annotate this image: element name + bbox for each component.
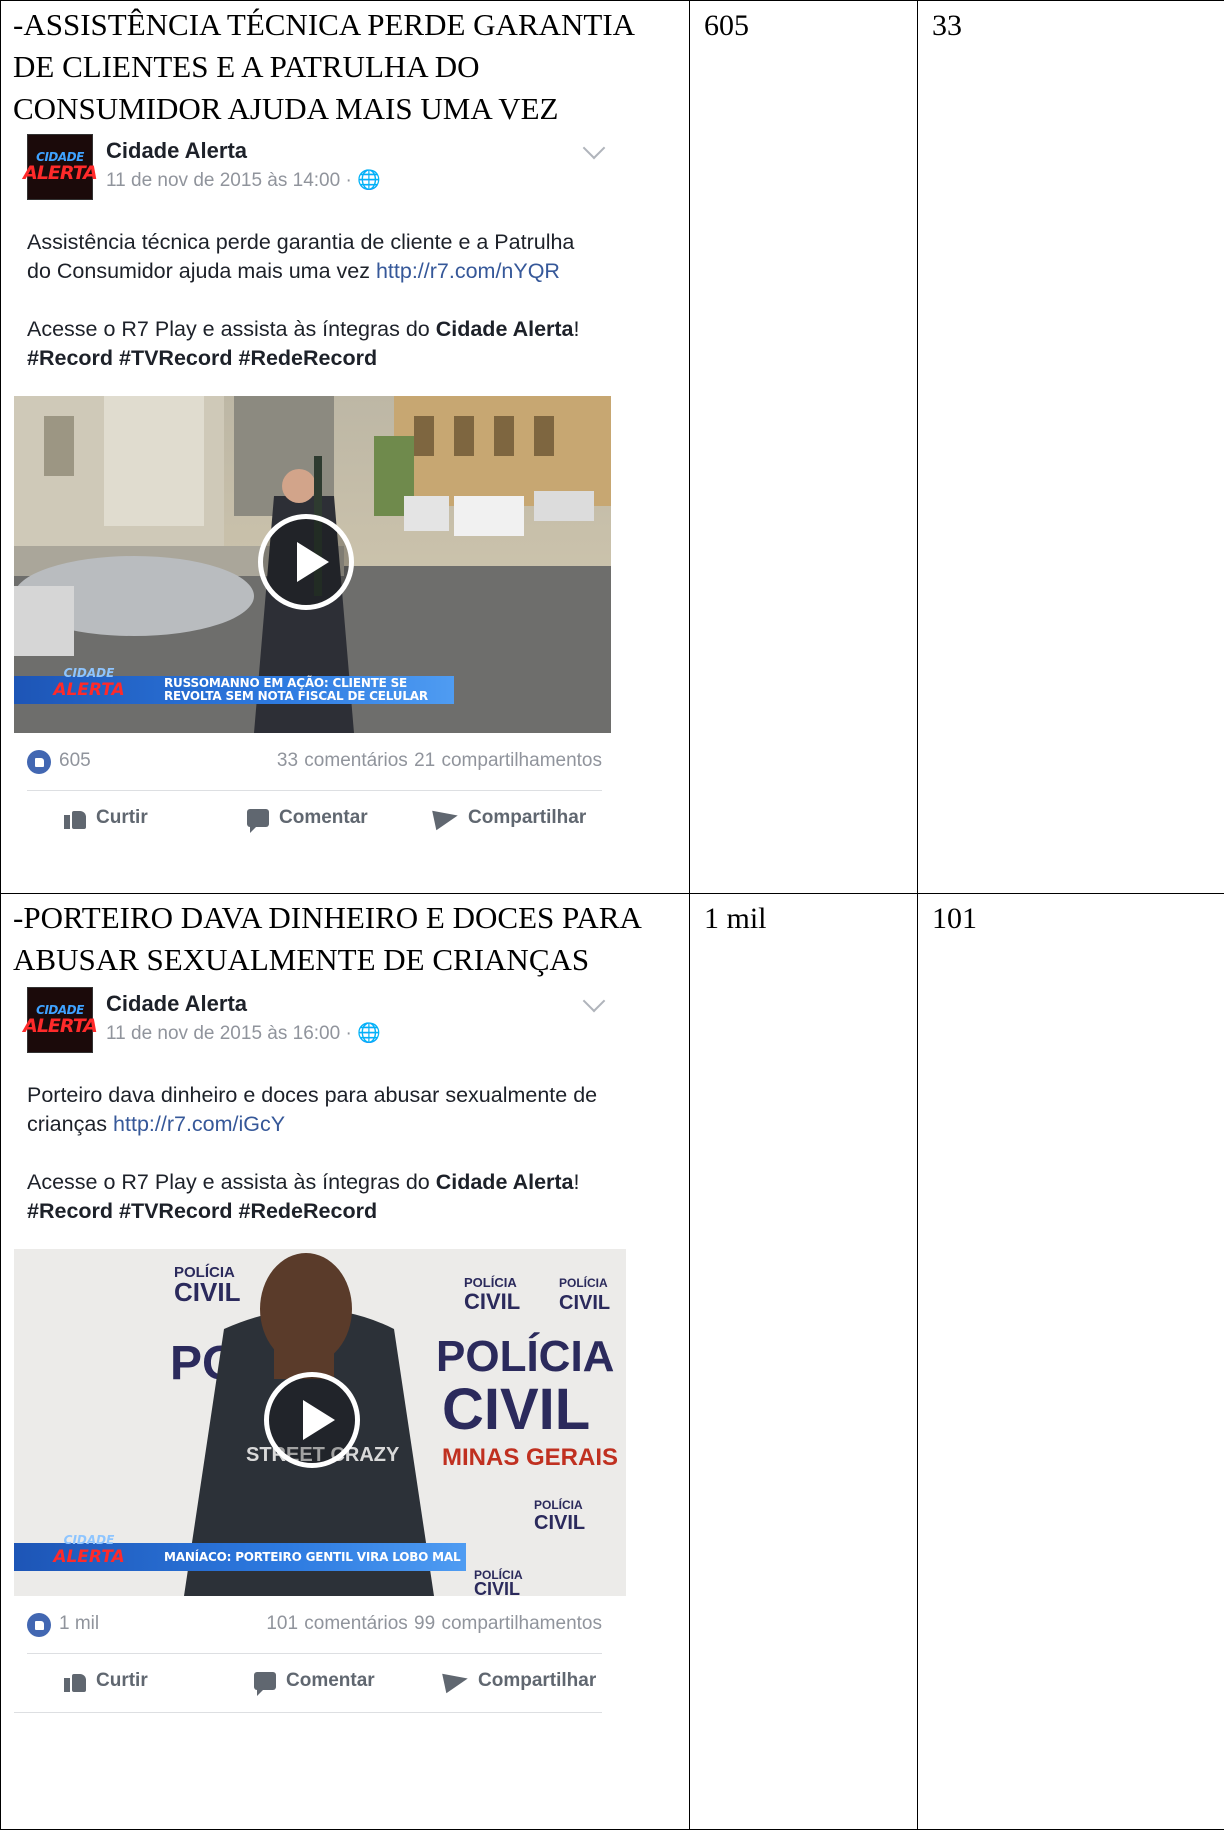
share-icon (442, 1669, 470, 1694)
like-badge-icon (27, 750, 51, 774)
comments-shares-count[interactable]: 33 comentários 21 compartilhamentos (277, 750, 602, 772)
post-header: CIDADE ALERTA Cidade Alerta 11 de nov de… (14, 987, 614, 1059)
divider (14, 1712, 602, 1713)
thumbs-up-icon (64, 1670, 86, 1692)
comment-button[interactable]: Comentar (254, 1670, 375, 1692)
svg-text:CIVIL: CIVIL (559, 1292, 610, 1314)
svg-text:POLÍCIA: POLÍCIA (559, 1275, 608, 1290)
hashtags[interactable]: #Record #TVRecord #RedeRecord (27, 1199, 377, 1223)
table-row: -PORTEIRO DAVA DINHEIRO E DOCES PARA ABU… (1, 894, 1224, 1830)
thumbs-up-icon (64, 807, 86, 829)
svg-text:CIVIL: CIVIL (534, 1512, 585, 1534)
svg-text:CIVIL: CIVIL (442, 1377, 590, 1442)
svg-text:CIVIL: CIVIL (464, 1289, 520, 1314)
video-lower-third: CIDADEALERTA RUSSOMANNO EM AÇÃO: CLIENTE… (14, 676, 454, 704)
likes-count[interactable]: 1 mil (59, 1613, 99, 1635)
post-heading: -ASSISTÊNCIA TÉCNICA PERDE GARANTIA DE C… (1, 1, 689, 130)
svg-text:MINAS GERAIS: MINAS GERAIS (442, 1444, 618, 1471)
share-button[interactable]: Compartilhar (444, 1670, 596, 1692)
svg-text:POLÍCIA: POLÍCIA (534, 1497, 583, 1512)
share-button[interactable]: Compartilhar (434, 807, 586, 829)
post-text: Porteiro dava dinheiro e doces para abus… (14, 1059, 614, 1226)
comments-value: 33 (918, 1, 1224, 51)
like-badge-icon (27, 1613, 51, 1637)
likes-value: 605 (690, 1, 917, 51)
post-stats: 605 33 comentários 21 compartilhamentos (14, 733, 614, 791)
post-actions: Curtir Comentar Compartilhar (14, 791, 614, 849)
post-actions: Curtir Comentar Compartilhar (14, 1654, 614, 1712)
chevron-down-icon[interactable] (583, 990, 606, 1013)
comments-shares-count[interactable]: 101 comentários 99 compartilhamentos (266, 1613, 602, 1635)
facebook-post: CIDADE ALERTA Cidade Alerta 11 de nov de… (14, 134, 614, 849)
likes-cell: 605 (690, 1, 918, 894)
svg-text:POLÍCIA: POLÍCIA (436, 1331, 614, 1381)
post-link[interactable]: http://r7.com/nYQR (376, 259, 560, 283)
svg-text:CIVIL: CIVIL (174, 1277, 241, 1307)
comment-icon (247, 809, 269, 827)
chevron-down-icon[interactable] (583, 137, 606, 160)
table-row: -ASSISTÊNCIA TÉCNICA PERDE GARANTIA DE C… (1, 1, 1224, 894)
video-lower-third: CIDADEALERTA MANÍACO: PORTEIRO GENTIL VI… (14, 1543, 466, 1571)
page-name[interactable]: Cidade Alerta (106, 138, 247, 164)
comments-value: 101 (918, 894, 1224, 944)
likes-count[interactable]: 605 (59, 750, 91, 772)
post-link[interactable]: http://r7.com/iGcY (113, 1112, 285, 1136)
comments-cell: 33 (918, 1, 1224, 894)
hashtags[interactable]: #Record #TVRecord #RedeRecord (27, 346, 377, 370)
post-stats: 1 mil 101 comentários 99 compartilhament… (14, 1596, 614, 1654)
comments-cell: 101 (918, 894, 1224, 1830)
likes-value: 1 mil (690, 894, 917, 944)
likes-cell: 1 mil (690, 894, 918, 1830)
video-thumbnail[interactable]: x CIDADEALERTA RUSSOMANNO EM AÇÃO: CLIEN… (14, 396, 611, 733)
post-cell: -ASSISTÊNCIA TÉCNICA PERDE GARANTIA DE C… (1, 1, 690, 894)
share-icon (432, 806, 460, 831)
svg-text:POLÍCIA: POLÍCIA (464, 1275, 517, 1290)
play-icon[interactable] (258, 514, 354, 610)
post-header: CIDADE ALERTA Cidade Alerta 11 de nov de… (14, 134, 614, 206)
avatar[interactable]: CIDADE ALERTA (27, 987, 93, 1053)
play-icon[interactable] (264, 1372, 360, 1468)
comment-button[interactable]: Comentar (247, 807, 368, 829)
post-date[interactable]: 11 de nov de 2015 às 14:00 · 🌐 (106, 168, 381, 192)
post-cell: -PORTEIRO DAVA DINHEIRO E DOCES PARA ABU… (1, 894, 690, 1830)
facebook-post: CIDADE ALERTA Cidade Alerta 11 de nov de… (14, 987, 614, 1713)
post-text: Assistência técnica perde garantia de cl… (14, 206, 614, 373)
page-name[interactable]: Cidade Alerta (106, 991, 247, 1017)
avatar[interactable]: CIDADE ALERTA (27, 134, 93, 200)
post-heading: -PORTEIRO DAVA DINHEIRO E DOCES PARA ABU… (1, 894, 689, 981)
svg-text:CIVIL: CIVIL (474, 1579, 520, 1596)
video-thumbnail[interactable]: POLÍCIA CIVIL POLÍCIA CIVIL POLÍCIA CIVI… (14, 1249, 626, 1596)
comment-icon (254, 1672, 276, 1690)
like-button[interactable]: Curtir (64, 807, 148, 829)
like-button[interactable]: Curtir (64, 1670, 148, 1692)
post-date[interactable]: 11 de nov de 2015 às 16:00 · 🌐 (106, 1021, 381, 1045)
posts-table: -ASSISTÊNCIA TÉCNICA PERDE GARANTIA DE C… (0, 0, 1224, 1830)
